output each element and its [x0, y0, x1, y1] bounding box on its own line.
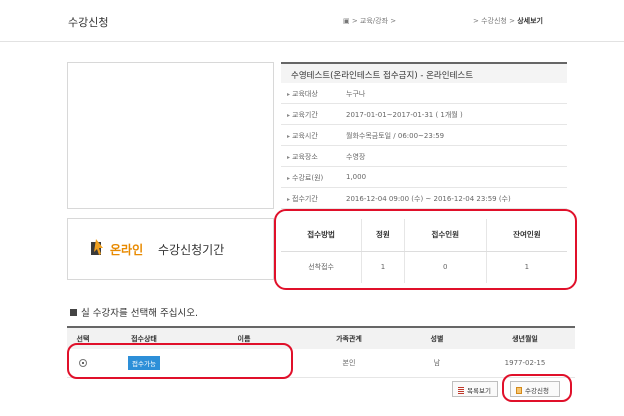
- info-row-place: 교육장소 수영장: [281, 146, 567, 167]
- breadcrumb: > 수강신청 > 상세보기: [473, 16, 543, 26]
- info-label: 교육대상: [287, 89, 318, 99]
- col-gender: 성별: [399, 326, 475, 349]
- info-value: 월화수목금토일 / 06:00~23:59: [346, 132, 445, 140]
- col-birth: 생년월일: [475, 326, 575, 349]
- info-label: 교육기간: [287, 110, 318, 120]
- applicant-birth: 1977-02-15: [475, 349, 575, 378]
- breadcrumb-path[interactable]: > 수강신청 >: [473, 17, 515, 25]
- info-row-target: 교육대상 누구나: [281, 83, 567, 104]
- info-value: 수영장: [346, 153, 366, 161]
- course-title: 수영테스트(온라인테스트 접수금지) - 온라인테스트: [281, 62, 567, 83]
- applicant-heading-text: 실 수강자를 선택해 주십시오.: [81, 308, 198, 319]
- apply-highlight-annotation: [502, 374, 572, 402]
- banner-online-text: 온라인: [110, 243, 144, 257]
- list-button[interactable]: 목록보기: [452, 381, 498, 397]
- info-label: 교육시간: [287, 131, 318, 141]
- course-image: [67, 62, 274, 209]
- info-row-fee: 수강료(원) 1,000: [281, 167, 567, 188]
- info-label: 수강료(원): [287, 173, 323, 183]
- list-icon: [458, 387, 464, 394]
- info-row-period: 교육기간 2017-01-01~2017-01-31 ( 1개월 ): [281, 104, 567, 125]
- bullet-square-icon: [70, 309, 77, 316]
- info-value: 2017-01-01~2017-01-31 ( 1개월 ): [346, 111, 463, 119]
- info-row-time: 교육시간 월화수목금토일 / 06:00~23:59: [281, 125, 567, 146]
- banner-period-text: 수강신청기간: [158, 243, 225, 257]
- col-relation: 가족관계: [299, 326, 399, 349]
- info-row-reception: 접수기간 2016-12-04 09:00 (수) ~ 2016-12-04 2…: [281, 188, 567, 209]
- list-button-label: 목록보기: [467, 387, 491, 395]
- breadcrumb-current: 상세보기: [517, 17, 543, 25]
- info-label: 접수기간: [287, 194, 318, 204]
- page-title: 수강신청: [68, 16, 109, 29]
- breadcrumb-home[interactable]: ▣ > 교육/강좌 >: [343, 16, 396, 26]
- info-value: 2016-12-04 09:00 (수) ~ 2016-12-04 23:59 …: [346, 195, 511, 203]
- info-label: 교육장소: [287, 152, 318, 162]
- online-enrollment-banner: 온라인 수강신청기간: [67, 218, 274, 280]
- applicant-heading: 실 수강자를 선택해 주십시오.: [70, 305, 198, 319]
- applicant-highlight-annotation: [67, 343, 293, 379]
- stats-highlight-annotation: [274, 209, 577, 290]
- applicant-relation: 본인: [299, 349, 399, 378]
- info-value: 1,000: [346, 173, 367, 181]
- mouse-pointer-icon: [91, 239, 103, 255]
- info-value: 누구나: [346, 90, 366, 98]
- applicant-gender: 남: [399, 349, 475, 378]
